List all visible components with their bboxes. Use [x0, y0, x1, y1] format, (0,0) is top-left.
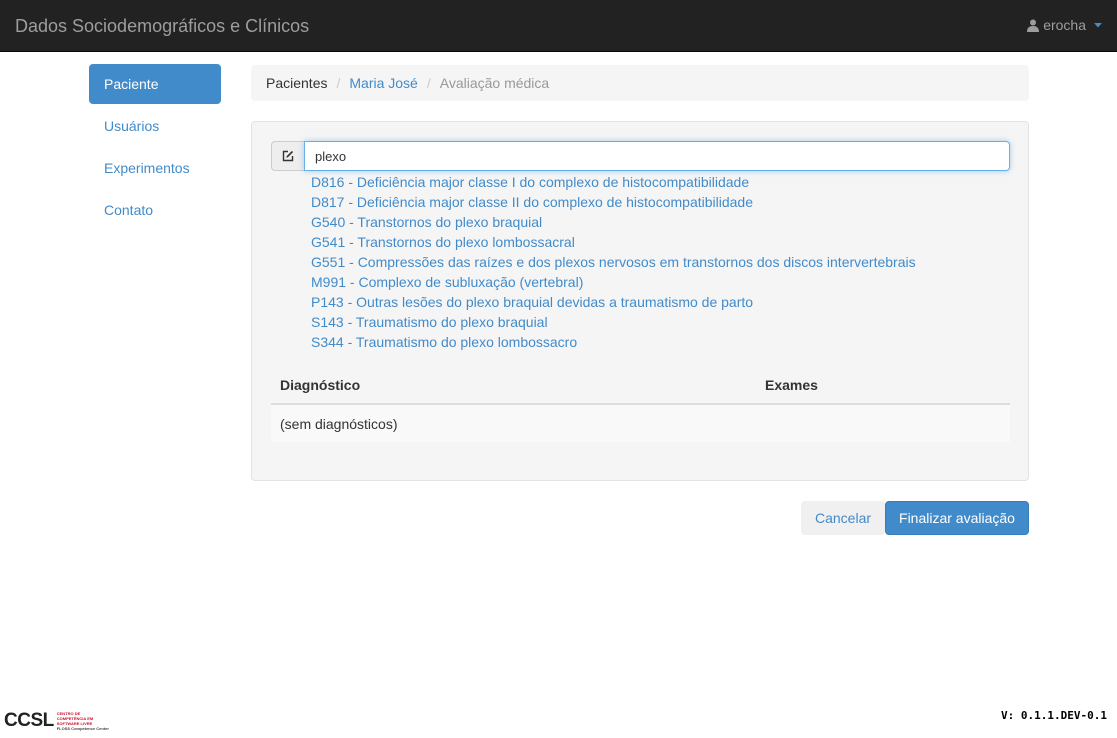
suggestion-item[interactable]: S143 - Traumatismo do plexo braquial [311, 312, 916, 332]
suggestion-item[interactable]: D816 - Deficiência major classe I do com… [311, 172, 916, 192]
suggestion-item[interactable]: P143 - Outras lesões do plexo braquial d… [311, 292, 916, 312]
breadcrumb-current: Avaliação médica [439, 75, 550, 91]
sidebar-item-usuarios[interactable]: Usuários [89, 106, 221, 146]
suggestion-item[interactable]: S344 - Traumatismo do plexo lombossacro [311, 332, 916, 352]
sidebar-item-experimentos[interactable]: Experimentos [89, 148, 221, 188]
diagnosis-search-input[interactable] [304, 141, 1010, 171]
column-header-diagnostico: Diagnóstico [280, 377, 361, 393]
column-header-exames: Exames [765, 377, 818, 393]
table-header: Diagnóstico Exames [271, 367, 1010, 405]
version-label: V: 0.1.1.DEV-0.1 [1001, 709, 1107, 722]
breadcrumb-patient-link[interactable]: Maria José [349, 75, 417, 91]
top-navbar: Dados Sociodemográficos e Clínicos eroch… [0, 0, 1117, 52]
logo-subtitle: CENTRO DE COMPETÊNCIA EM SOFTWARE LIVRE … [56, 711, 109, 731]
sidebar-item-paciente[interactable]: Paciente [89, 64, 221, 104]
suggestion-item[interactable]: G540 - Transtornos do plexo braquial [311, 212, 916, 232]
suggestion-item[interactable]: G541 - Transtornos do plexo lombossacral [311, 232, 916, 252]
finish-evaluation-button[interactable]: Finalizar avaliação [885, 501, 1029, 535]
suggestion-item[interactable]: D817 - Deficiência major classe II do co… [311, 192, 916, 212]
user-icon [1027, 19, 1040, 32]
diagnosis-table: Diagnóstico Exames (sem diagnósticos) [271, 367, 1010, 442]
caret-down-icon [1094, 22, 1102, 27]
logo-text: CCSL [4, 710, 54, 731]
suggestion-item[interactable]: G551 - Compressões das raízes e dos plex… [311, 252, 916, 272]
sidebar-item-contato[interactable]: Contato [89, 190, 221, 230]
breadcrumb-separator: / [336, 75, 341, 91]
app-brand[interactable]: Dados Sociodemográficos e Clínicos [15, 14, 309, 38]
suggestion-item[interactable]: M991 - Complexo de subluxação (vertebral… [311, 272, 916, 292]
evaluation-panel: D816 - Deficiência major classe I do com… [251, 121, 1029, 481]
cancel-button[interactable]: Cancelar [801, 501, 885, 535]
user-name: erocha [1043, 17, 1086, 33]
edit-icon [271, 141, 304, 171]
diagnosis-search-group [271, 141, 1010, 171]
autocomplete-list: D816 - Deficiência major classe I do com… [311, 172, 916, 352]
ccsl-logo: CCSL CENTRO DE COMPETÊNCIA EM SOFTWARE L… [4, 710, 109, 732]
breadcrumb-pacientes: Pacientes [266, 75, 328, 91]
table-row: (sem diagnósticos) [271, 405, 1010, 442]
breadcrumb-separator: / [426, 75, 431, 91]
breadcrumb: Pacientes / Maria José / Avaliação médic… [251, 65, 1029, 101]
empty-diagnosis-text: (sem diagnósticos) [280, 415, 398, 432]
user-menu[interactable]: erocha [1027, 17, 1102, 33]
sidebar: Paciente Usuários Experimentos Contato [89, 64, 221, 232]
